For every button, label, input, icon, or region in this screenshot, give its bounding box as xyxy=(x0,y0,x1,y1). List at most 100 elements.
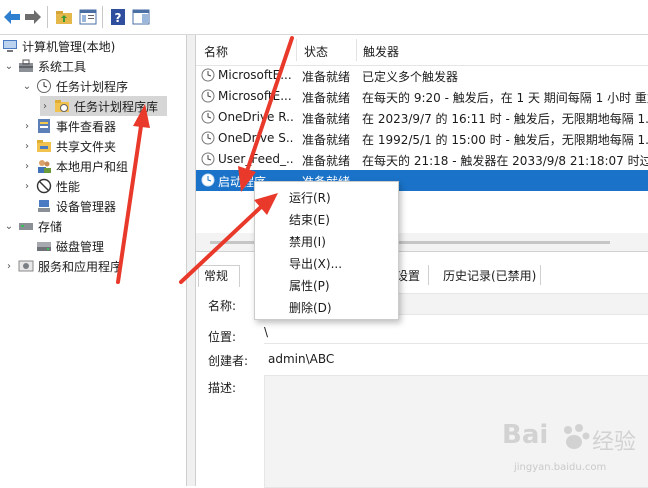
tree-item-task-library[interactable]: › 任务计划程序库 xyxy=(40,96,167,116)
table-row[interactable]: MicrosoftE... 准备就绪 已定义多个触发器 xyxy=(196,65,648,86)
tree-item-local-users[interactable]: › 本地用户和组 xyxy=(22,156,128,176)
back-arrow-icon[interactable] xyxy=(2,7,22,27)
paw-logo-icon xyxy=(560,422,590,450)
tree-item-computer-management[interactable]: 计算机管理(本地) xyxy=(2,36,115,56)
console-tree-icon[interactable] xyxy=(78,7,98,27)
users-icon xyxy=(36,158,52,174)
tab-history[interactable]: 历史记录(已禁用) xyxy=(443,267,536,284)
storage-icon xyxy=(18,218,34,234)
tree-label: 任务计划程序库 xyxy=(74,99,159,114)
toolbar: ? xyxy=(0,0,648,35)
task-status: 准备就绪 xyxy=(302,154,351,168)
tree-label: 性能 xyxy=(56,179,81,194)
tree-item-task-scheduler[interactable]: ⌄ 任务计划程序 xyxy=(22,76,128,96)
no-entry-icon xyxy=(36,178,52,194)
tree-label: 设备管理器 xyxy=(56,199,117,214)
tab-general[interactable]: 常规 xyxy=(204,267,228,284)
tree-item-storage[interactable]: ⌄ 存储 xyxy=(4,216,62,236)
clock-icon xyxy=(201,173,215,187)
tree-item-services-apps[interactable]: › 服务和应用程序 xyxy=(4,256,122,276)
task-trigger: 在每天的 9:20 - 触发后，在 1 天 期间每隔 1 小时 重复 xyxy=(362,91,648,105)
author-value: admin\ABC xyxy=(268,352,335,366)
table-row[interactable]: User_Feed_... 准备就绪 在每天的 21:18 - 触发器在 203… xyxy=(196,149,648,170)
tree-label: 共享文件夹 xyxy=(56,139,117,154)
menu-item-export[interactable]: 导出(X)... xyxy=(289,255,342,272)
tree-item-system-tools[interactable]: ⌄ 系统工具 xyxy=(4,56,86,76)
table-row[interactable]: MicrosoftE... 准备就绪 在每天的 9:20 - 触发后，在 1 天… xyxy=(196,86,648,107)
event-viewer-icon xyxy=(36,118,52,134)
task-status: 准备就绪 xyxy=(302,91,351,105)
menu-item-delete[interactable]: 删除(D) xyxy=(289,299,332,316)
menu-item-end[interactable]: 结束(E) xyxy=(289,211,330,228)
baidu-watermark: Bai 经验 jingyan.baidu.com xyxy=(500,418,648,486)
menu-item-run[interactable]: 运行(R) xyxy=(289,189,331,206)
tree-label: 本地用户和组 xyxy=(56,159,129,174)
chevron-right-icon[interactable]: › xyxy=(4,261,14,272)
folder-up-icon[interactable] xyxy=(54,7,74,27)
task-name: User_Feed_... xyxy=(218,152,294,166)
disk-icon xyxy=(36,238,52,254)
services-icon xyxy=(18,258,34,274)
tree-label: 事件查看器 xyxy=(56,119,117,134)
chevron-down-icon[interactable]: ⌄ xyxy=(4,221,14,232)
task-trigger: 在 1992/5/1 的 15:00 时 - 触发后，无限期地每隔 1.0 xyxy=(362,133,648,147)
column-header-trigger[interactable]: 触发器 xyxy=(363,43,399,60)
device-manager-icon xyxy=(36,198,52,214)
table-row[interactable]: OneDrive R... 准备就绪 在 2023/9/7 的 16:11 时 … xyxy=(196,107,648,128)
tree-item-performance[interactable]: › 性能 xyxy=(22,176,80,196)
context-menu: 运行(R) 结束(E) 禁用(I) 导出(X)... 属性(P) 删除(D) xyxy=(254,181,399,320)
menu-item-disable[interactable]: 禁用(I) xyxy=(289,233,326,250)
chevron-right-icon[interactable]: › xyxy=(22,141,32,152)
tree-label: 存储 xyxy=(38,219,63,234)
table-row[interactable]: OneDrive S... 准备就绪 在 1992/5/1 的 15:00 时 … xyxy=(196,128,648,149)
task-name: MicrosoftE... xyxy=(218,89,292,103)
clock-icon xyxy=(201,152,215,166)
tab-settings[interactable]: 设置 xyxy=(396,267,420,284)
watermark-brand: Bai xyxy=(502,420,549,450)
clock-icon xyxy=(201,131,215,145)
task-status: 准备就绪 xyxy=(302,112,351,126)
task-status: 准备就绪 xyxy=(302,70,351,84)
clock-icon xyxy=(201,110,215,124)
chevron-right-icon[interactable]: › xyxy=(22,161,32,172)
description-label: 描述: xyxy=(208,381,237,395)
chevron-right-icon[interactable]: › xyxy=(40,101,50,112)
column-header-name[interactable]: 名称 xyxy=(204,43,228,60)
name-label: 名称: xyxy=(208,299,237,313)
console-tree: 计算机管理(本地) ⌄ 系统工具 ⌄ 任务计划程序 › 任务计划程序库 › 事件… xyxy=(0,35,187,486)
author-label: 创建者: xyxy=(208,354,249,368)
chevron-right-icon[interactable]: › xyxy=(22,121,32,132)
task-name: OneDrive R... xyxy=(218,110,294,124)
location-label: 位置: xyxy=(208,330,237,344)
help-icon[interactable]: ? xyxy=(108,7,128,27)
shared-folder-icon xyxy=(36,138,52,154)
menu-item-properties[interactable]: 属性(P) xyxy=(289,277,330,294)
clock-icon xyxy=(201,68,215,82)
tree-item-disk-management[interactable]: 磁盘管理 xyxy=(36,236,104,256)
column-header-status[interactable]: 状态 xyxy=(304,43,328,60)
name-field[interactable] xyxy=(396,293,648,315)
tree-label: 服务和应用程序 xyxy=(38,259,123,274)
list-header: 名称 状态 触发器 xyxy=(196,35,648,66)
clock-icon xyxy=(36,78,52,94)
tree-label: 系统工具 xyxy=(38,59,87,74)
computer-management-icon xyxy=(2,38,18,54)
svg-text:?: ? xyxy=(115,11,122,25)
task-trigger: 在 2023/9/7 的 16:11 时 - 触发后，无限期地每隔 1.0 xyxy=(362,112,648,126)
task-name: OneDrive S... xyxy=(218,131,294,145)
tree-label: 计算机管理(本地) xyxy=(22,39,116,54)
task-trigger: 已定义多个触发器 xyxy=(362,70,459,84)
pane-splitter[interactable] xyxy=(187,35,196,486)
forward-arrow-icon[interactable] xyxy=(23,7,43,27)
chevron-down-icon[interactable]: ⌄ xyxy=(22,81,32,92)
task-name: MicrosoftE... xyxy=(218,68,292,82)
folder-clock-icon xyxy=(54,98,70,114)
tree-item-shared-folders[interactable]: › 共享文件夹 xyxy=(22,136,116,156)
chevron-down-icon[interactable]: ⌄ xyxy=(4,61,14,72)
chevron-right-icon[interactable]: › xyxy=(22,181,32,192)
tree-item-event-viewer[interactable]: › 事件查看器 xyxy=(22,116,116,136)
toolbox-icon xyxy=(18,58,34,74)
tree-item-device-manager[interactable]: 设备管理器 xyxy=(36,196,116,216)
action-pane-icon[interactable] xyxy=(131,7,151,27)
tree-label: 任务计划程序 xyxy=(56,79,129,94)
